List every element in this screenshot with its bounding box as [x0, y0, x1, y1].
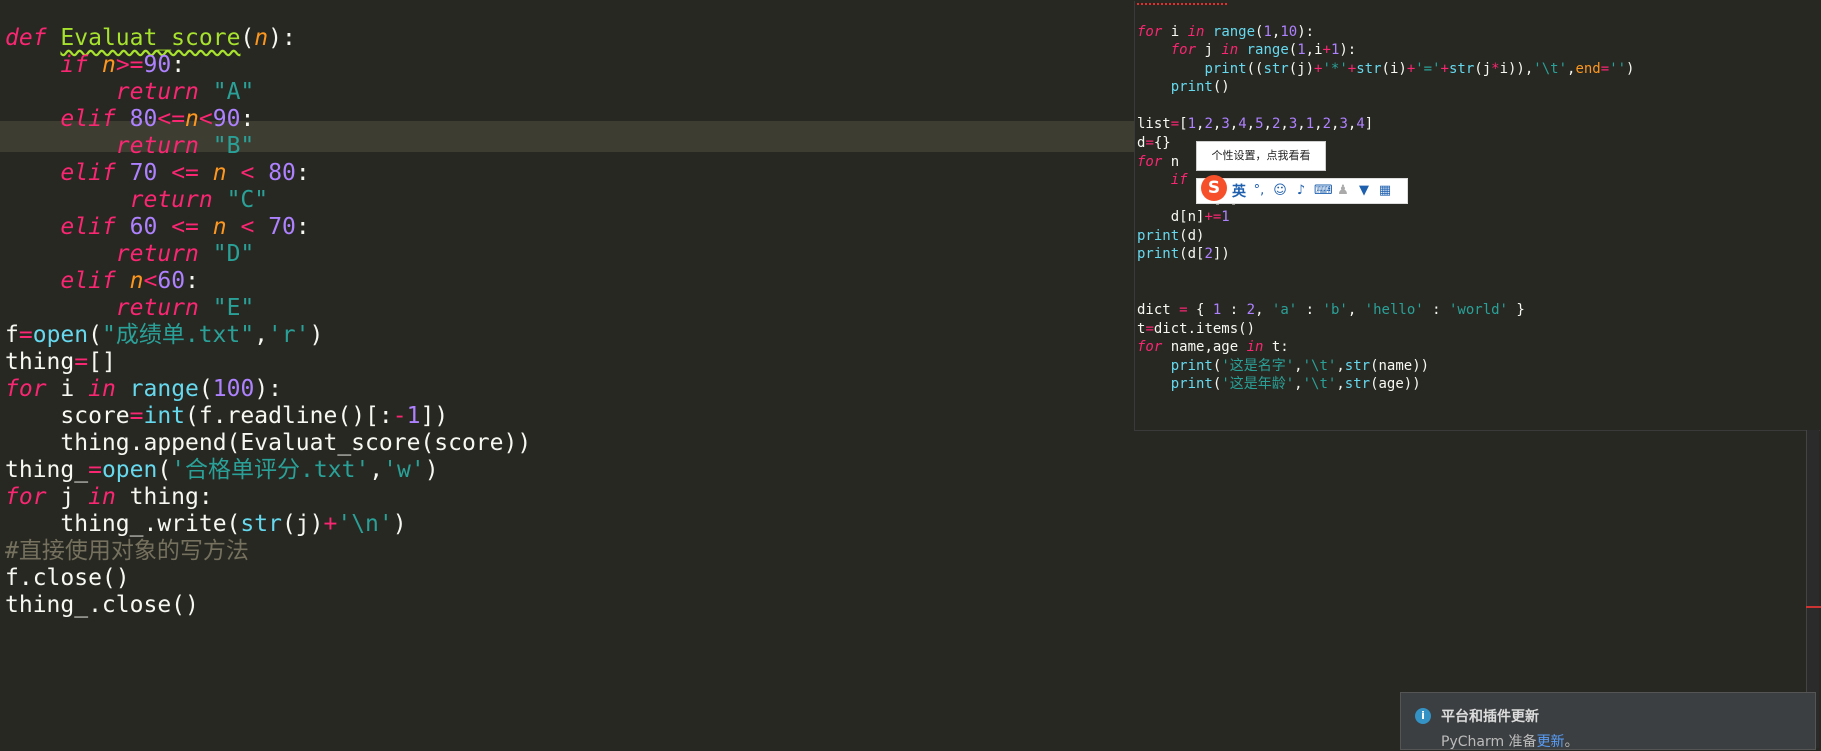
user-icon[interactable]: ♟ — [1335, 183, 1351, 199]
pane-line-18[interactable]: for name,age in t: — [1137, 338, 1289, 356]
pane-line-2[interactable]: for j in range(1,i+1): — [1137, 41, 1357, 59]
pane-line-12[interactable]: print(d) — [1137, 227, 1204, 245]
emoji-icon[interactable]: ☺ — [1272, 183, 1288, 199]
error-stripe-marker[interactable] — [1806, 606, 1821, 608]
pane-line-4[interactable]: print() — [1137, 78, 1230, 96]
notification-body: PyCharm 准备更新。 — [1441, 731, 1579, 751]
ime-tooltip[interactable]: 个性设置，点我看看 — [1196, 141, 1326, 171]
pane-line-6[interactable]: list=[1,2,3,4,5,2,3,1,2,3,4] — [1137, 115, 1373, 133]
notification-title: 平台和插件更新 — [1441, 709, 1539, 725]
code-line-22[interactable]: thing_.close() — [5, 590, 199, 621]
ime-toolbar[interactable]: S 英 °, ☺ ♪ ⌨ ♟ ▼ ▦ — [1196, 175, 1408, 204]
pane-line-11[interactable]: d[n]+=1 — [1137, 208, 1230, 226]
skin-icon[interactable]: ▼ — [1356, 183, 1372, 199]
pane-line-17[interactable]: t=dict.items() — [1137, 320, 1255, 338]
sogou-logo-icon[interactable]: S — [1201, 175, 1227, 201]
pane-line-20[interactable]: print('这是年龄','\t',str(age)) — [1137, 375, 1421, 393]
pane-line-13[interactable]: print(d[2]) — [1137, 245, 1230, 263]
keyboard-icon[interactable]: ⌨ — [1314, 183, 1333, 199]
punctuation-icon[interactable]: °, — [1251, 183, 1267, 199]
pane-line-9[interactable]: if — [1137, 171, 1188, 189]
microphone-icon[interactable]: ♪ — [1293, 183, 1309, 199]
pane-line-1[interactable]: for i in range(1,10): — [1137, 23, 1314, 41]
pane-line-7[interactable]: d={} — [1137, 134, 1171, 152]
ime-language-toggle[interactable]: 英 — [1232, 181, 1246, 201]
error-underline — [1137, 0, 1227, 5]
update-notification[interactable]: i 平台和插件更新 PyCharm 准备更新。 — [1400, 692, 1816, 750]
pane-line-16[interactable]: dict = { 1 : 2, 'a' : 'b', 'hello' : 'wo… — [1137, 301, 1525, 319]
toolbox-icon[interactable]: ▦ — [1377, 183, 1393, 199]
pane-line-19[interactable]: print('这是名字','\t',str(name)) — [1137, 357, 1429, 375]
pane-line-3[interactable]: print((str(j)+'*'+str(i)+'='+str(j*i)),'… — [1137, 60, 1634, 78]
info-icon: i — [1415, 708, 1431, 724]
pane-line-8[interactable]: for n — [1137, 153, 1179, 171]
secondary-code-pane[interactable]: for i in range(1,10): for j in range(1,i… — [1135, 0, 1821, 430]
